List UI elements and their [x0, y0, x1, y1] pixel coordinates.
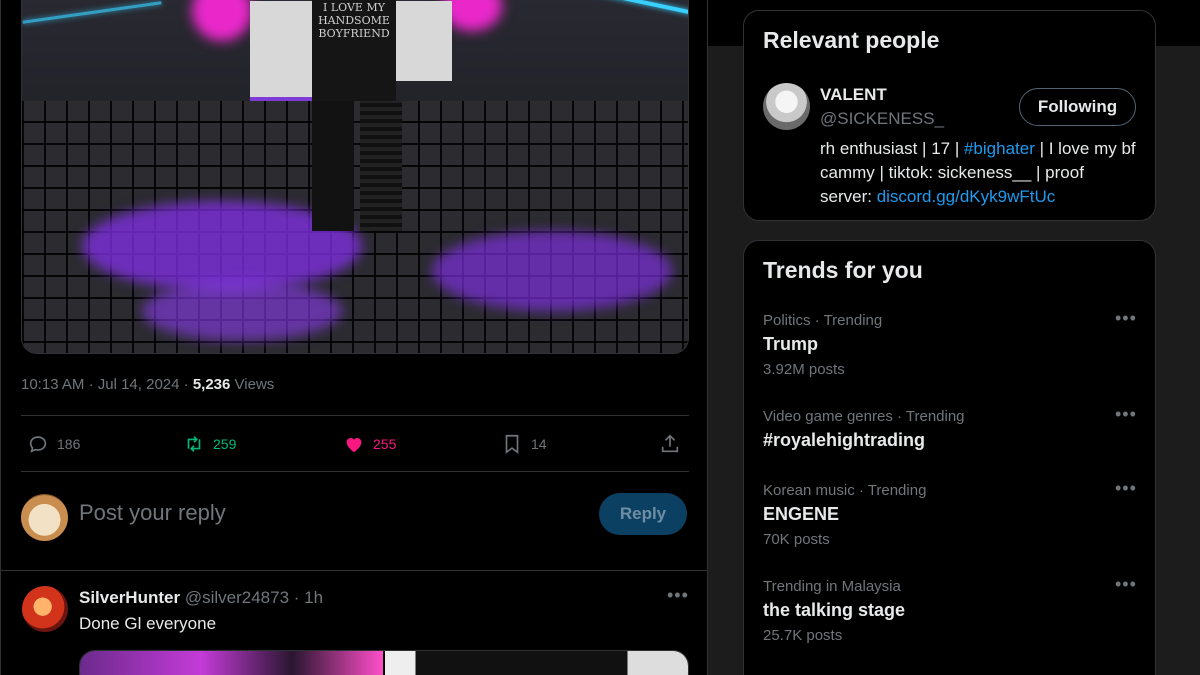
bio-text: rh enthusiast | 17 | — [820, 139, 964, 158]
bookmark-action-button[interactable]: 14 — [501, 433, 547, 455]
reply-author-name[interactable]: SilverHunter — [79, 588, 180, 607]
trend-item[interactable]: Trending in Malaysia the talking stage 2… — [763, 574, 1143, 644]
relevant-people-title: Relevant people — [763, 27, 940, 53]
trend-post-count: 3.92M posts — [763, 361, 845, 378]
trend-name: Trump — [763, 334, 819, 354]
character-leg — [360, 101, 402, 231]
trend-category: Trending in Malaysia — [763, 578, 901, 595]
following-button[interactable]: Following — [1019, 88, 1136, 126]
my-avatar[interactable] — [21, 494, 68, 541]
retweet-count: 259 — [213, 436, 237, 452]
trend-category: Politics · Trending — [763, 312, 883, 329]
trends-card: Trends for you Politics · Trending Trump… — [743, 240, 1156, 675]
tweet-time[interactable]: 10:13 AM — [21, 376, 84, 393]
trend-post-count: 25.7K posts — [763, 627, 843, 644]
media-neon-strip — [582, 0, 688, 15]
avatar[interactable] — [22, 586, 68, 632]
character-arm — [396, 1, 452, 81]
main-column: I LOVE MY HANDSOME BOYFRIEND 10:13 AM · … — [0, 0, 709, 675]
media-glow — [432, 231, 672, 311]
views-count: 5,236 — [192, 376, 231, 393]
reply-time[interactable]: 1h — [304, 588, 323, 607]
trend-name: the talking stage — [763, 600, 906, 620]
like-action-button[interactable]: 255 — [343, 433, 396, 455]
reply-header: SilverHunter @silver24873 · 1h — [79, 588, 324, 607]
bookmark-count: 14 — [531, 436, 547, 452]
relevant-people-card: Relevant people VALENT @SICKENESS_ Follo… — [743, 10, 1156, 221]
reply-icon — [29, 436, 47, 453]
trend-name: #royalehightrading — [763, 430, 926, 450]
shirt-text: I LOVE MY HANDSOME BOYFRIEND — [318, 1, 390, 40]
reply-tweet[interactable]: SilverHunter @silver24873 · 1h ••• Done … — [1, 571, 709, 675]
more-options-icon[interactable]: ••• — [1115, 574, 1137, 595]
reply-count: 186 — [57, 436, 81, 452]
reply-action-button[interactable]: 186 — [27, 433, 80, 455]
retweet-action-button[interactable]: 259 — [183, 433, 236, 455]
trends-title: Trends for you — [763, 257, 923, 283]
media-character: I LOVE MY HANDSOME BOYFRIEND — [250, 0, 452, 231]
trend-item[interactable]: Korean music · Trending ENGENE 70K posts… — [763, 478, 1143, 548]
more-options-icon[interactable]: ••• — [1115, 308, 1137, 329]
media-neon-strip — [22, 1, 162, 24]
media-glow — [142, 281, 342, 341]
trend-item[interactable]: Video game genres · Trending #royalehigh… — [763, 404, 1143, 451]
bookmark-icon — [505, 434, 519, 454]
reply-media[interactable] — [79, 650, 689, 675]
tweet-meta: 10:13 AM · Jul 14, 2024 · 5,236 Views — [21, 376, 275, 393]
person-name[interactable]: VALENT — [820, 85, 887, 105]
reply-media-image[interactable] — [80, 651, 383, 675]
share-action-button[interactable] — [659, 433, 681, 455]
reply-composer: Post your reply Reply — [21, 492, 689, 542]
trend-category: Video game genres · Trending — [763, 408, 965, 425]
media-glow — [192, 0, 252, 41]
retweet-icon — [187, 436, 201, 452]
reply-button[interactable]: Reply — [599, 493, 687, 535]
heart-icon — [346, 438, 362, 453]
person-bio: rh enthusiast | 17 | #bighater | I love … — [820, 137, 1140, 209]
tweet-date[interactable]: Jul 14, 2024 — [98, 376, 180, 393]
more-options-icon[interactable]: ••• — [1115, 478, 1137, 499]
character-leg — [312, 101, 354, 231]
tweet-media-image[interactable]: I LOVE MY HANDSOME BOYFRIEND — [21, 0, 689, 354]
like-count: 255 — [373, 436, 397, 452]
trend-post-count: 70K posts — [763, 531, 830, 548]
bio-url-link[interactable]: discord.gg/dKyk9wFtUc — [877, 187, 1056, 206]
trend-category: Korean music · Trending — [763, 482, 927, 499]
reply-input[interactable]: Post your reply — [79, 500, 226, 526]
avatar[interactable] — [763, 83, 810, 130]
reply-text: Done Gl everyone — [79, 614, 217, 633]
more-options-icon[interactable]: ••• — [667, 585, 689, 606]
bio-hashtag-link[interactable]: #bighater — [964, 139, 1035, 158]
reply-author-handle[interactable]: @silver24873 — [185, 588, 289, 607]
views-label: Views — [234, 376, 275, 393]
trend-name: ENGENE — [763, 504, 840, 524]
tweet-action-bar: 186 259 255 14 — [21, 415, 689, 472]
character-shirt: I LOVE MY HANDSOME BOYFRIEND — [312, 0, 396, 101]
character-arm — [250, 1, 312, 101]
reply-media-image[interactable] — [385, 651, 688, 675]
more-options-icon[interactable]: ••• — [1115, 404, 1137, 425]
trend-item[interactable]: Politics · Trending Trump 3.92M posts ••… — [763, 308, 1143, 378]
share-icon — [661, 434, 679, 453]
person-handle[interactable]: @SICKENESS_ — [820, 109, 944, 129]
